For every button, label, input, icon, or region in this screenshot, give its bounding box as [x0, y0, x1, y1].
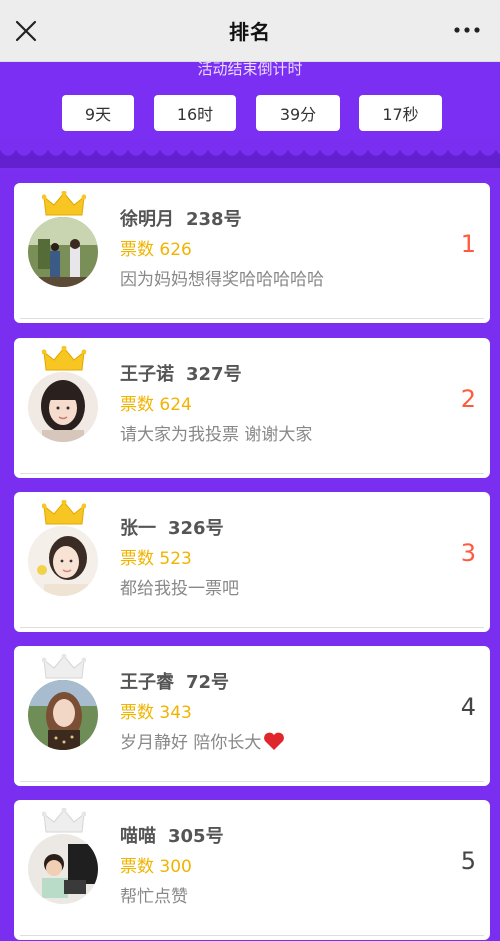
close-icon[interactable]: [14, 19, 38, 43]
rank-number: 1: [460, 230, 476, 258]
entry-name: 张一: [120, 518, 156, 539]
ranking-card-1[interactable]: 徐明月 238号 票数 626 因为妈妈想得奖哈哈哈哈哈 1: [14, 183, 490, 323]
avatar-container: [28, 346, 98, 442]
crown-icon: [42, 191, 86, 216]
vote-count: 票数 300: [120, 857, 192, 877]
ranking-card-4[interactable]: 王子睿 72号 票数 343 岁月静好 陪你长大 4: [14, 646, 490, 786]
avatar: [28, 217, 98, 287]
avatar: [28, 834, 98, 904]
entry-number: 327号: [186, 364, 242, 385]
heart-icon: [264, 732, 285, 750]
entry-name: 王子诺: [120, 364, 174, 385]
entry-motto: 都给我投一票吧: [120, 579, 239, 599]
entry-name: 徐明月: [120, 209, 174, 230]
wave-divider: [0, 138, 500, 168]
ranking-card-5[interactable]: 喵喵 305号 票数 300 帮忙点赞 5: [14, 800, 490, 940]
entry-name: 王子睿: [120, 672, 174, 693]
entry-name: 喵喵: [120, 826, 156, 847]
vote-count: 票数 626: [120, 240, 192, 260]
card-divider: [20, 318, 484, 319]
entry-number: 305号: [168, 826, 224, 847]
crown-icon: [42, 346, 86, 371]
countdown-seconds: 17秒: [359, 95, 442, 131]
card-divider: [20, 935, 484, 936]
card-divider: [20, 627, 484, 628]
nav-bar: 排名: [0, 0, 500, 62]
countdown-minutes: 39分: [256, 95, 340, 131]
countdown-days: 9天: [62, 95, 134, 131]
page-title: 排名: [229, 20, 271, 44]
card-divider: [20, 781, 484, 782]
rank-number: 2: [460, 385, 476, 413]
avatar: [28, 372, 98, 442]
entry-motto-text: 岁月静好 陪你长大: [120, 733, 262, 753]
entry-number: 238号: [186, 209, 242, 230]
card-divider: [20, 473, 484, 474]
entry-name-line: 张一 326号: [120, 514, 224, 540]
entry-motto: 帮忙点赞: [120, 887, 188, 907]
entry-motto: 因为妈妈想得奖哈哈哈哈哈: [120, 270, 324, 290]
entry-name-line: 王子睿 72号: [120, 668, 229, 694]
ranking-card-2[interactable]: 王子诺 327号 票数 624 请大家为我投票 谢谢大家 2: [14, 338, 490, 478]
avatar-container: [28, 191, 98, 287]
entry-number: 326号: [168, 518, 224, 539]
countdown-hours: 16时: [154, 95, 236, 131]
entry-name-line: 喵喵 305号: [120, 822, 224, 848]
vote-count: 票数 624: [120, 395, 192, 415]
entry-name-line: 王子诺 327号: [120, 360, 242, 386]
vote-count: 票数 523: [120, 549, 192, 569]
avatar: [28, 680, 98, 750]
avatar: [28, 526, 98, 596]
crown-icon: [42, 808, 86, 833]
avatar-container: [28, 654, 98, 750]
rank-number: 3: [460, 539, 476, 567]
entry-motto: 岁月静好 陪你长大: [120, 728, 285, 753]
entry-number: 72号: [186, 672, 230, 693]
vote-count: 票数 343: [120, 703, 192, 723]
crown-icon: [42, 500, 86, 525]
avatar-container: [28, 500, 98, 596]
ranking-card-3[interactable]: 张一 326号 票数 523 都给我投一票吧 3: [14, 492, 490, 632]
avatar-container: [28, 808, 98, 904]
crown-icon: [42, 654, 86, 679]
countdown-label: 活动结束倒计时: [197, 60, 303, 78]
more-icon[interactable]: [452, 20, 482, 40]
rank-number: 5: [460, 847, 476, 875]
entry-name-line: 徐明月 238号: [120, 205, 242, 231]
rank-number: 4: [460, 693, 476, 721]
entry-motto: 请大家为我投票 谢谢大家: [120, 425, 313, 445]
